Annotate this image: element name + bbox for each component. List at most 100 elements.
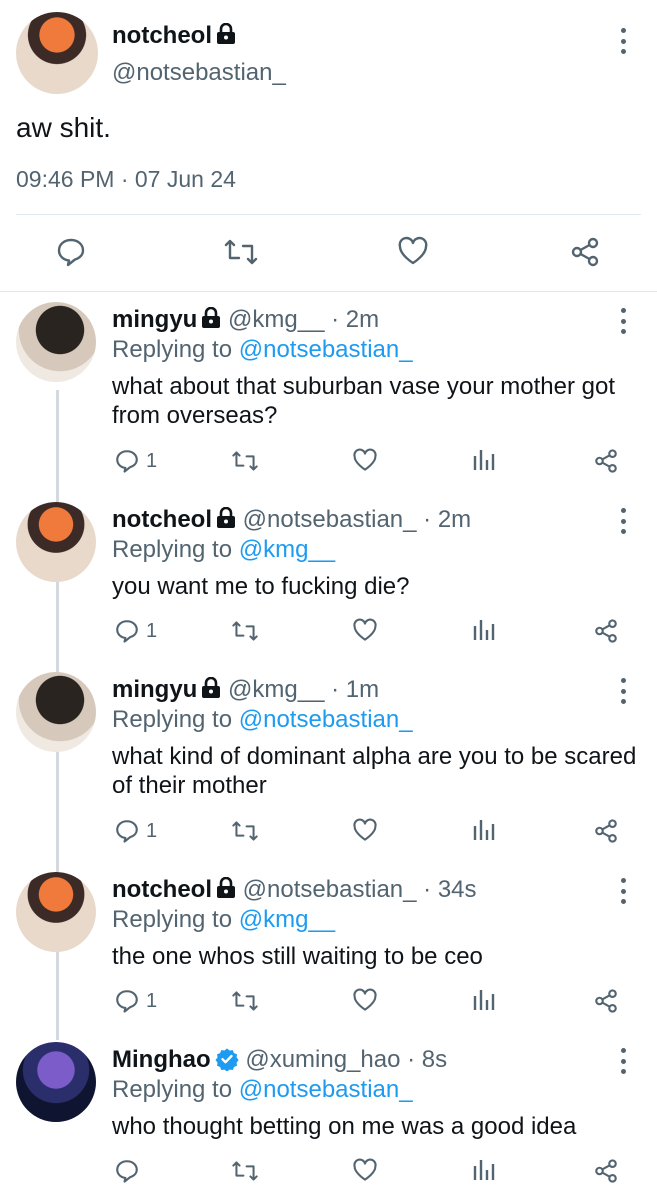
reply-text: what kind of dominant alpha are you to b… <box>112 743 637 799</box>
reply-text: you want me to fucking die? <box>112 573 410 600</box>
lock-icon <box>202 677 221 698</box>
analytics-icon[interactable] <box>473 818 495 842</box>
replying-label: Replying to <box>112 536 233 563</box>
author-name[interactable]: mingyu <box>112 676 197 703</box>
reply-text: who thought betting on me was a good ide… <box>112 1113 577 1140</box>
like-icon[interactable] <box>352 1158 378 1182</box>
replying-to-link[interactable]: @notsebastian_ <box>239 336 413 363</box>
share-icon[interactable] <box>569 236 601 268</box>
avatar-notcheol[interactable] <box>16 872 96 952</box>
author-handle[interactable]: @kmg__ <box>228 676 324 703</box>
reply-header: mingyu @kmg__ · 2m <box>112 306 379 334</box>
replying-label: Replying to <box>112 706 233 733</box>
replying-to: Replying to @kmg__ <box>112 906 335 934</box>
retweet-icon[interactable] <box>223 236 259 268</box>
replying-label: Replying to <box>112 1076 233 1103</box>
reply-button[interactable]: 1 <box>114 818 157 844</box>
reply-tweet[interactable]: mingyu @kmg__ · 2m Replying to @notsebas… <box>0 292 657 492</box>
more-options-icon[interactable] <box>619 28 627 54</box>
author-name: notcheol <box>112 22 212 49</box>
more-options-icon[interactable] <box>619 308 627 334</box>
reply-tweet[interactable]: mingyu @kmg__ · 1m Replying to @notsebas… <box>0 662 657 862</box>
analytics-icon[interactable] <box>473 1158 495 1182</box>
reply-actions: 1 <box>0 448 657 478</box>
analytics-icon[interactable] <box>473 618 495 642</box>
reply-text: the one whos still waiting to be ceo <box>112 943 483 970</box>
reply-icon <box>116 620 138 643</box>
more-options-icon[interactable] <box>619 1048 627 1074</box>
reply-button[interactable] <box>114 1158 146 1184</box>
reply-button[interactable]: 1 <box>114 448 157 474</box>
reply-icon <box>116 990 138 1013</box>
reply-header: Minghao @xuming_hao · 8s <box>112 1046 447 1074</box>
avatar-mingyu[interactable] <box>16 672 96 752</box>
replying-label: Replying to <box>112 906 233 933</box>
author-name[interactable]: mingyu <box>112 306 197 333</box>
reply-icon <box>116 1160 138 1183</box>
reply-button[interactable]: 1 <box>114 988 157 1014</box>
main-author-name[interactable]: notcheol <box>112 22 236 50</box>
replying-to: Replying to @notsebastian_ <box>112 336 413 364</box>
author-name[interactable]: notcheol <box>112 876 212 903</box>
author-handle[interactable]: @notsebastian_ <box>243 876 417 903</box>
replying-to: Replying to @notsebastian_ <box>112 706 413 734</box>
share-icon[interactable] <box>593 1158 619 1184</box>
reply-header: mingyu @kmg__ · 1m <box>112 676 379 704</box>
divider <box>16 214 641 215</box>
reply-count: 1 <box>146 819 158 842</box>
reply-time: · 2m <box>423 506 472 533</box>
reply-icon <box>116 820 138 843</box>
avatar-minghao[interactable] <box>16 1042 96 1122</box>
reply-time: · 1m <box>331 676 380 703</box>
more-options-icon[interactable] <box>619 678 627 704</box>
share-icon[interactable] <box>593 448 619 474</box>
avatar-notcheol[interactable] <box>16 12 98 94</box>
share-icon[interactable] <box>593 618 619 644</box>
retweet-icon[interactable] <box>231 818 259 844</box>
reply-icon[interactable] <box>55 236 87 268</box>
main-author-handle[interactable]: @notsebastian_ <box>112 59 286 87</box>
share-icon[interactable] <box>593 818 619 844</box>
reply-header: notcheol @notsebastian_ · 34s <box>112 876 477 904</box>
reply-count: 1 <box>146 989 158 1012</box>
more-options-icon[interactable] <box>619 508 627 534</box>
replying-to-link[interactable]: @notsebastian_ <box>239 1076 413 1103</box>
analytics-icon[interactable] <box>473 448 495 472</box>
like-icon[interactable] <box>352 988 378 1012</box>
replying-to-link[interactable]: @notsebastian_ <box>239 706 413 733</box>
reply-tweet[interactable]: Minghao @xuming_hao · 8s Replying to @no… <box>0 1032 657 1200</box>
replying-to-link[interactable]: @kmg__ <box>239 906 335 933</box>
like-icon[interactable] <box>352 618 378 642</box>
retweet-icon[interactable] <box>231 988 259 1014</box>
reply-tweet[interactable]: notcheol @notsebastian_ · 2m Replying to… <box>0 492 657 662</box>
reply-actions: 1 <box>0 818 657 848</box>
reply-time: · 2m <box>331 306 380 333</box>
like-icon[interactable] <box>352 818 378 842</box>
retweet-icon[interactable] <box>231 618 259 644</box>
like-icon[interactable] <box>352 448 378 472</box>
main-tweet: notcheol @notsebastian_ aw shit. 09:46 P… <box>0 0 657 292</box>
reply-actions <box>0 1158 657 1188</box>
avatar-notcheol[interactable] <box>16 502 96 582</box>
reply-button[interactable]: 1 <box>114 618 157 644</box>
more-options-icon[interactable] <box>619 878 627 904</box>
replying-label: Replying to <box>112 336 233 363</box>
author-name[interactable]: notcheol <box>112 506 212 533</box>
author-handle[interactable]: @xuming_hao <box>245 1046 400 1073</box>
author-handle[interactable]: @kmg__ <box>228 306 324 333</box>
like-icon[interactable] <box>397 236 429 266</box>
reply-text: what about that suburban vase your mothe… <box>112 373 615 429</box>
reply-tweet[interactable]: notcheol @notsebastian_ · 34s Replying t… <box>0 862 657 1032</box>
avatar-mingyu[interactable] <box>16 302 96 382</box>
author-handle[interactable]: @notsebastian_ <box>243 506 417 533</box>
author-name[interactable]: Minghao <box>112 1046 211 1073</box>
reply-time: · 8s <box>407 1046 448 1073</box>
main-tweet-text: aw shit. <box>16 112 111 143</box>
lock-icon <box>217 23 235 44</box>
replying-to-link[interactable]: @kmg__ <box>239 536 335 563</box>
main-tweet-timestamp[interactable]: 09:46 PM · 07 Jun 24 <box>16 166 236 193</box>
analytics-icon[interactable] <box>473 988 495 1012</box>
retweet-icon[interactable] <box>231 448 259 474</box>
retweet-icon[interactable] <box>231 1158 259 1184</box>
share-icon[interactable] <box>593 988 619 1014</box>
